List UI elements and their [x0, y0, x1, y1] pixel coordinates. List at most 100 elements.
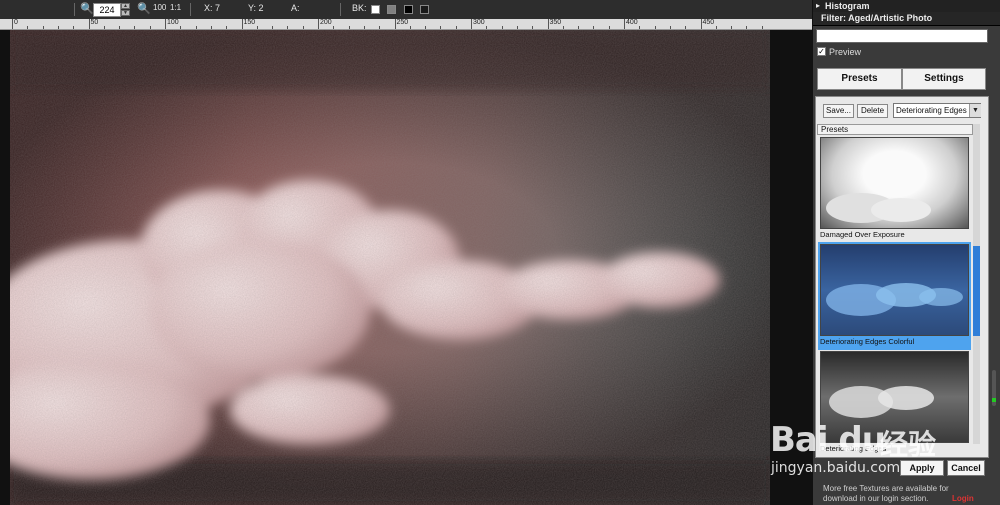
status-indicator [992, 398, 996, 402]
thumbnail-image [826, 283, 963, 316]
ruler-label: 450 [702, 19, 715, 26]
ruler-label: 250 [396, 19, 409, 26]
ruler-minor-tick [501, 26, 503, 29]
ruler-minor-tick [486, 26, 488, 29]
ruler-minor-tick [27, 26, 29, 29]
preview-label: Preview [829, 47, 862, 57]
filter-name-field[interactable] [816, 29, 988, 43]
ruler-major-tick [471, 19, 472, 29]
bk-gray-swatch[interactable] [387, 5, 396, 14]
ruler-major-tick [700, 19, 702, 29]
ruler-minor-tick [455, 26, 457, 29]
bk-white-swatch[interactable] [371, 5, 380, 14]
ruler-minor-tick [103, 26, 105, 29]
ruler-minor-tick [287, 26, 289, 29]
triangle-collapse-icon[interactable]: ▸ [816, 1, 820, 10]
preset-thumbnail-deteriorating-edges-colorful[interactable] [820, 244, 969, 336]
ruler-major-tick [165, 19, 166, 29]
zoom-in-magnifier-icon[interactable]: 🔍 [137, 2, 151, 15]
ruler-minor-tick [379, 26, 381, 29]
preview-checkbox[interactable]: ✓ [817, 47, 826, 56]
ruler-minor-tick [134, 26, 136, 29]
zoom-1to1-button[interactable]: 1:1 [170, 3, 181, 12]
ruler-minor-tick [746, 26, 748, 29]
ruler-minor-tick [731, 26, 733, 29]
x-coordinate-readout: X: 7 [204, 3, 221, 13]
bk-black-swatch[interactable] [404, 5, 413, 14]
ruler-label: 150 [243, 19, 256, 26]
watermark-chinese: 经验 [880, 428, 937, 461]
ruler-minor-tick [608, 26, 610, 29]
tab-presets[interactable]: Presets [817, 68, 902, 90]
delete-preset-button[interactable]: Delete [857, 104, 888, 118]
ruler-minor-tick [210, 26, 212, 29]
ruler-major-tick [394, 19, 396, 29]
alpha-readout: A: [291, 3, 300, 13]
ruler-label: 400 [626, 19, 638, 26]
presets-list-header: Presets [817, 124, 973, 135]
image-canvas[interactable] [0, 30, 812, 505]
ruler-minor-tick [363, 26, 365, 29]
ruler-minor-tick [685, 26, 687, 29]
ruler-major-tick [547, 19, 549, 29]
presets-scrollbar-thumb[interactable] [973, 246, 980, 336]
tab-settings[interactable]: Settings [902, 68, 986, 90]
zoom-100-button[interactable]: 100 [153, 3, 166, 12]
ruler-minor-tick [578, 26, 580, 29]
ruler-major-tick [12, 19, 13, 29]
ruler-minor-tick [57, 26, 59, 29]
ruler-minor-tick [639, 26, 641, 29]
ruler-minor-tick [195, 26, 197, 29]
ruler-minor-tick [119, 26, 121, 29]
info-text-line2: download in our login section. [823, 494, 929, 503]
ruler-minor-tick [226, 26, 228, 29]
save-preset-button[interactable]: Save... [823, 104, 854, 118]
chevron-down-icon[interactable]: ▼ [969, 104, 981, 117]
ruler-minor-tick [593, 26, 595, 29]
toolbar-separator [340, 3, 341, 16]
ruler-minor-tick [654, 26, 656, 29]
preset-thumbnail-damaged-over-exposure[interactable] [820, 137, 969, 229]
ruler-minor-tick [149, 26, 151, 29]
ruler-minor-tick [440, 26, 442, 29]
bk-dark-swatch[interactable] [420, 5, 429, 14]
background-label: BK: [352, 3, 367, 13]
preview-photo [10, 30, 770, 505]
ruler-minor-tick [516, 26, 518, 29]
ruler-minor-tick [256, 26, 258, 29]
preset-dropdown[interactable]: Deteriorating Edges C [893, 103, 981, 118]
ruler-major-tick [241, 19, 243, 29]
ruler-minor-tick [42, 26, 44, 29]
thumbnail-label: Damaged Over Exposure [820, 230, 905, 239]
ruler-minor-tick [715, 26, 717, 29]
login-link[interactable]: Login [952, 494, 974, 503]
ruler-minor-tick [532, 26, 534, 29]
ruler-minor-tick [333, 26, 335, 29]
ruler-major-tick [88, 19, 90, 29]
cancel-button[interactable]: Cancel [947, 460, 985, 476]
thumbnail-label: Deteriorating Edges Colorful [820, 337, 915, 346]
histogram-label: Histogram [825, 1, 870, 11]
ruler-minor-tick [272, 26, 274, 29]
watermark-logo: Bai du [770, 420, 886, 460]
ruler-label: 300 [473, 19, 485, 26]
toolbar-separator [190, 3, 191, 16]
horizontal-ruler: 0 50 100 150 200 250 300 350 400 450 [0, 19, 812, 30]
zoom-up-arrow-icon[interactable]: ▲ [121, 3, 130, 9]
clouds-image [10, 30, 770, 505]
ruler-minor-tick [180, 26, 182, 29]
zoom-out-magnifier-icon[interactable]: 🔍 [80, 2, 94, 15]
ruler-minor-tick [761, 26, 763, 29]
ruler-minor-tick [73, 26, 75, 29]
thumbnail-image [826, 193, 931, 223]
ruler-major-tick [318, 19, 319, 29]
ruler-label: 350 [549, 19, 562, 26]
ruler-minor-tick [425, 26, 427, 29]
ruler-label: 0 [14, 19, 18, 26]
zoom-level-input[interactable] [93, 3, 121, 17]
filter-title: Filter: Aged/Artistic Photo [821, 13, 933, 23]
info-text-line1: More free Textures are available for [823, 484, 949, 493]
ruler-minor-tick [348, 26, 350, 29]
zoom-down-arrow-icon[interactable]: ▼ [121, 10, 130, 16]
ruler-label: 200 [320, 19, 332, 26]
